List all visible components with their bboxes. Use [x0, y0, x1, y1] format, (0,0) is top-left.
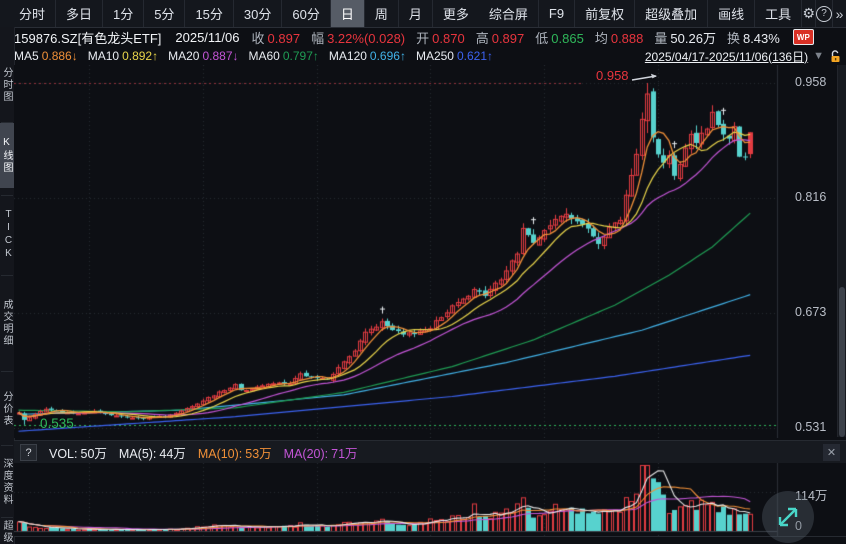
field-open: 开0.870 — [416, 28, 465, 47]
field-turnover: 换8.43% — [727, 28, 780, 47]
peak-price-annotation: 0.958 — [596, 68, 661, 83]
field-avg: 均0.888 — [595, 28, 644, 47]
quote-date: 2025/11/06 — [175, 30, 239, 45]
tab-month[interactable]: 月 — [398, 0, 432, 27]
tab-forward-adjust[interactable]: 前复权 — [574, 0, 634, 27]
sidebar-item-chengjiaomingxi[interactable]: 成交明细 — [0, 283, 14, 363]
field-volume: 量50.26万 — [654, 28, 716, 47]
tab-draw-line[interactable]: 画线 — [707, 0, 754, 27]
field-high: 高0.897 — [476, 28, 525, 47]
chevron-down-icon: ▼ — [813, 50, 824, 62]
tab-60min[interactable]: 60分 — [281, 0, 329, 27]
tab-f9[interactable]: F9 — [538, 0, 574, 27]
tab-fenshi[interactable]: 分时 — [9, 0, 55, 27]
field-low: 低0.865 — [535, 28, 584, 47]
wp-badge-icon[interactable]: WP — [793, 29, 814, 45]
tab-1min[interactable]: 1分 — [102, 0, 143, 27]
vol-ma5: MA(5):44万 — [119, 443, 186, 462]
low-price-annotation: 0.535 — [40, 416, 74, 431]
close-indicator-icon[interactable]: ✕ — [823, 444, 840, 461]
vol-ma10: MA(10):53万 — [198, 443, 272, 462]
sidebar-item-fenshitu[interactable]: 分时图 — [0, 53, 14, 117]
unlock-icon[interactable] — [829, 50, 842, 63]
date-range-selector[interactable]: 2025/04/17-2025/11/06(136日) ▼ — [645, 48, 846, 65]
sidebar-divider — [1, 517, 13, 518]
pane-divider — [14, 536, 846, 537]
symbol-name: 159876.SZ[有色龙头ETF] — [14, 28, 161, 47]
sidebar-divider — [1, 445, 13, 446]
tab-super-overlay[interactable]: 超级叠加 — [634, 0, 707, 27]
volume-pane: 114万 0 — [14, 463, 846, 536]
tab-more-periods[interactable]: 更多 — [432, 0, 479, 27]
tab-tools[interactable]: 工具 — [754, 0, 801, 27]
volume-canvas[interactable] — [14, 463, 846, 536]
help-circle: ? — [816, 6, 832, 22]
peak-price-label: 0.958 — [596, 68, 629, 83]
sidebar-item-tick[interactable]: TICK — [0, 203, 14, 267]
sidebar-divider — [1, 195, 13, 196]
tab-15min[interactable]: 15分 — [184, 0, 232, 27]
sidebar-item-fenjiabiao[interactable]: 分价表 — [0, 378, 14, 440]
ma60-legend: MA600.797↑ — [249, 49, 319, 63]
left-sidebar: 分时图 K线图 TICK 成交明细 分价表 深度资料 超级 — [0, 27, 15, 544]
indicator-help-icon[interactable]: ? — [20, 444, 37, 461]
ma20-legend: MA200.887↓ — [168, 49, 238, 63]
sidebar-divider — [1, 275, 13, 276]
field-change: 幅3.22%(0.028) — [311, 28, 405, 47]
ma10-legend: MA100.892↑ — [88, 49, 158, 63]
kline-canvas[interactable] — [14, 65, 846, 438]
ma250-legend: MA2500.621↑ — [416, 49, 493, 63]
peak-arrow-icon — [631, 69, 661, 83]
kline-app-window: 分时 多日 1分 5分 15分 30分 60分 日 周 月 更多 综合屏 F9 … — [0, 0, 846, 544]
tabbar-corner — [0, 0, 9, 27]
expand-arrows-icon — [773, 502, 803, 532]
tab-week[interactable]: 周 — [364, 0, 398, 27]
sidebar-item-shendu-ziliao[interactable]: 深度资料 — [0, 450, 14, 514]
volume-header-bar: ? VOL:50万 MA(5):44万 MA(10):53万 MA(20):71… — [14, 440, 846, 465]
tab-30min[interactable]: 30分 — [233, 0, 281, 27]
sidebar-item-chaoji[interactable]: 超级 — [0, 520, 14, 544]
quote-info-bar: 159876.SZ[有色龙头ETF] 2025/11/06 收0.897 幅3.… — [14, 27, 846, 47]
vol-value: VOL:50万 — [49, 443, 107, 462]
ma120-legend: MA1200.696↑ — [329, 49, 406, 63]
sidebar-item-klinetu-active[interactable]: K线图 — [0, 123, 14, 188]
ma5-legend: MA50.886↓ — [14, 49, 78, 63]
tab-5min[interactable]: 5分 — [143, 0, 184, 27]
help-icon[interactable]: ? — [815, 0, 832, 27]
expand-chart-button[interactable] — [762, 491, 814, 543]
vertical-scrollbar[interactable] — [837, 65, 846, 437]
ma-legend-bar: MA50.886↓ MA100.892↑ MA200.887↓ MA600.79… — [14, 47, 846, 65]
period-tabbar: 分时 多日 1分 5分 15分 30分 60分 日 周 月 更多 综合屏 F9 … — [0, 0, 846, 28]
sidebar-divider — [1, 371, 13, 372]
kline-pane: 0.958 0.816 0.673 0.531 0.958 0.535 — [14, 65, 846, 438]
more-chevron-icon[interactable]: » — [832, 0, 846, 27]
date-range-text: 2025/04/17-2025/11/06(136日) — [645, 48, 808, 65]
tab-composite-screen[interactable]: 综合屏 — [479, 0, 538, 27]
tab-day-active[interactable]: 日 — [330, 0, 364, 27]
scrollbar-thumb[interactable] — [839, 287, 845, 437]
field-close: 收0.897 — [252, 28, 301, 47]
settings-gear-icon[interactable]: ⚙ — [801, 0, 815, 27]
vol-ma20: MA(20):71万 — [284, 443, 358, 462]
tab-duori[interactable]: 多日 — [55, 0, 102, 27]
